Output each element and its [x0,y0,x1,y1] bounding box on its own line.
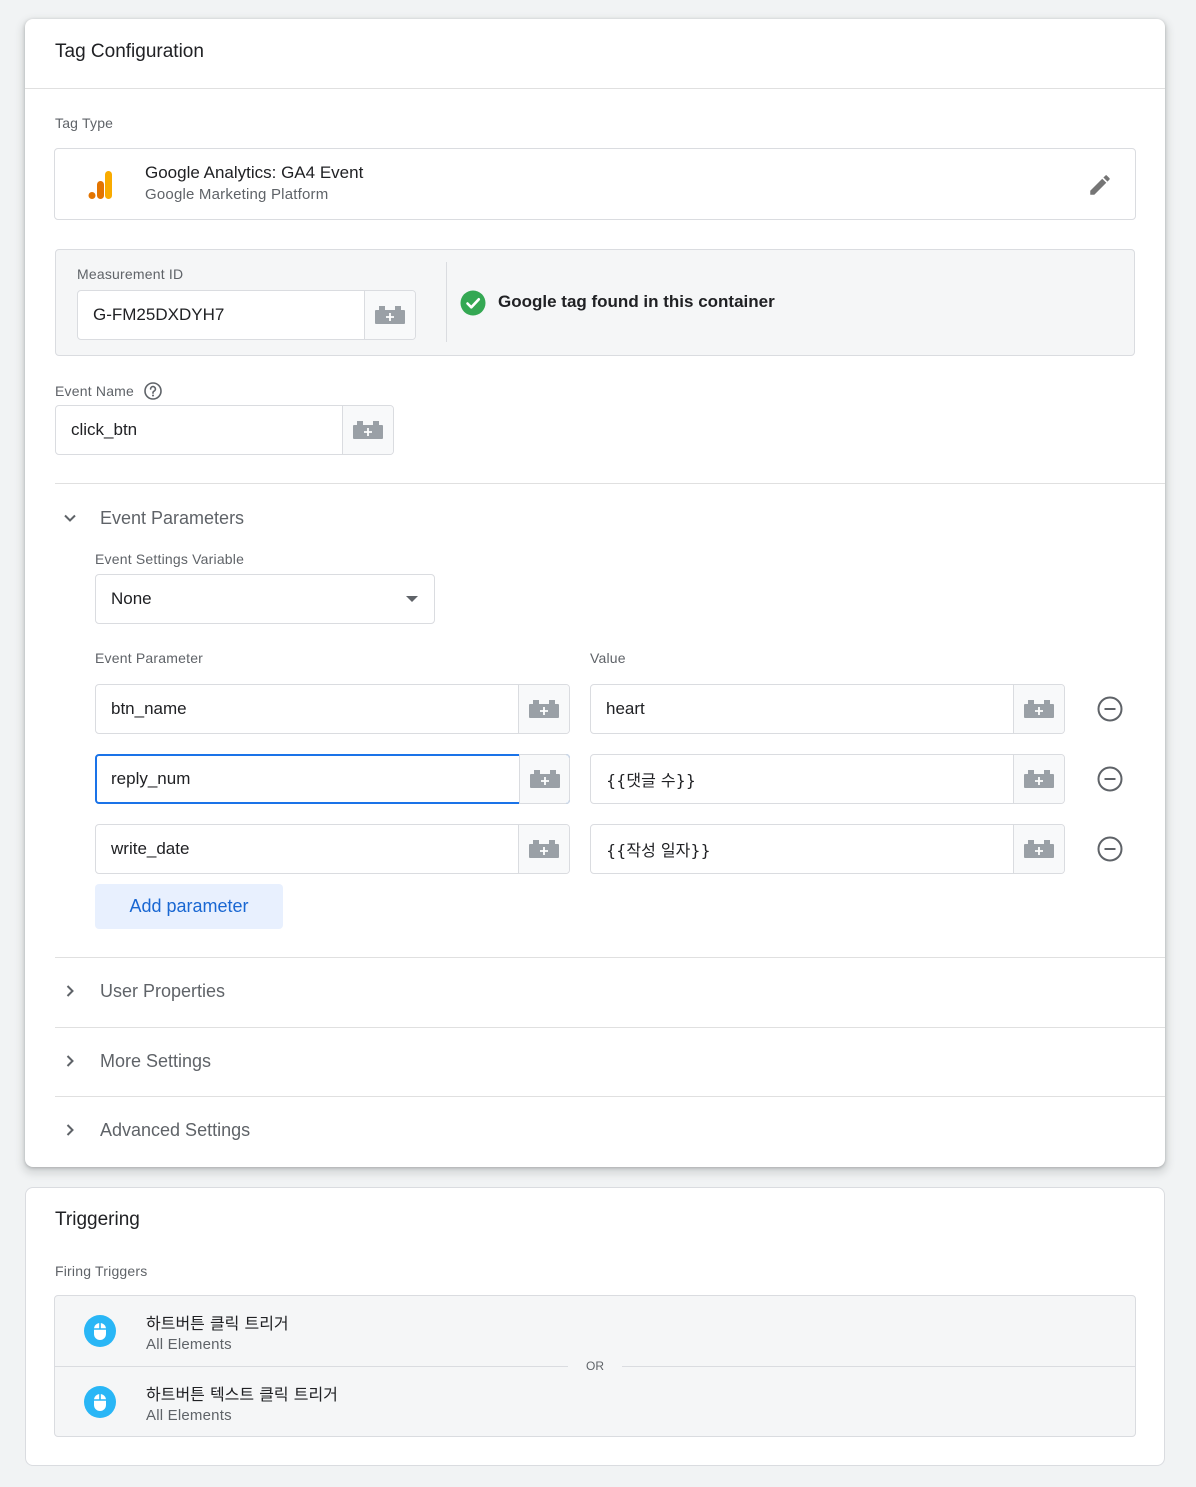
divider [25,88,1165,89]
tag-configuration-title: Tag Configuration [55,41,204,62]
chevron-right-icon [55,1053,85,1069]
variable-picker-button[interactable] [519,754,570,804]
google-analytics-icon [88,171,114,199]
event-parameter-column-label: Event Parameter [95,650,204,666]
event-parameters-header[interactable]: Event Parameters [55,506,244,530]
variable-picker-button[interactable] [342,406,393,454]
tag-configuration-card: Tag Configuration Tag Type Google Analyt… [25,19,1165,1167]
trigger-item[interactable]: 하트버튼 클릭 트리거 All Elements [56,1296,1134,1366]
variable-block-icon [529,840,559,858]
mouse-click-icon [84,1386,116,1418]
variable-picker-button[interactable] [518,825,569,873]
more-settings-title: More Settings [100,1050,212,1071]
trigger-item[interactable]: 하트버튼 텍스트 클릭 트리거 All Elements [56,1367,1134,1436]
event-parameters-title: Event Parameters [100,507,245,528]
advanced-settings-header[interactable]: Advanced Settings [55,1118,250,1142]
help-icon[interactable] [144,382,162,400]
event-parameter-value[interactable]: btn_name [96,685,518,733]
parameter-value-field[interactable]: heart [590,684,1065,734]
dropdown-arrow-icon [406,596,418,602]
more-settings-header[interactable]: More Settings [55,1049,211,1073]
remove-circle-icon[interactable] [1096,765,1124,793]
parameter-value[interactable]: heart [591,685,1013,733]
variable-picker-button[interactable] [364,291,415,339]
event-name-label: Event Name [55,383,135,399]
event-name-field[interactable]: click_btn [55,405,394,455]
advanced-settings-title: Advanced Settings [100,1119,251,1140]
variable-picker-button[interactable] [518,685,569,733]
event-parameter-field[interactable]: write_date [95,824,570,874]
event-name-label-row: Event Name [55,382,162,400]
panel-divider [446,262,447,342]
triggering-card: Triggering Firing Triggers 하트버튼 클릭 트리거 A… [25,1187,1165,1466]
triggering-title: Triggering [55,1209,140,1230]
parameter-value[interactable]: {{댓글 수}} [591,755,1013,803]
remove-circle-icon[interactable] [1096,695,1124,723]
event-parameter-value[interactable]: reply_num [97,756,568,802]
chevron-down-icon [55,510,85,526]
measurement-id-field[interactable]: G-FM25DXDYH7 [77,290,416,340]
remove-circle-icon[interactable] [1096,835,1124,863]
event-parameter-field[interactable]: reply_num [95,754,570,804]
variable-block-icon [1024,840,1054,858]
divider [55,483,1165,484]
tag-type-selector[interactable]: Google Analytics: GA4 Event Google Marke… [54,148,1136,220]
variable-block-icon [1024,700,1054,718]
user-properties-header[interactable]: User Properties [55,979,225,1003]
divider [55,1027,1165,1028]
divider [55,957,1165,958]
variable-picker-button[interactable] [1013,755,1064,803]
trigger-name: 하트버튼 클릭 트리거 [146,1313,289,1333]
trigger-name: 하트버튼 텍스트 클릭 트리거 [146,1384,338,1404]
tag-type-sub: Google Marketing Platform [145,186,329,203]
tag-type-name: Google Analytics: GA4 Event [145,163,364,182]
value-column-label: Value [590,650,626,666]
variable-block-icon [353,421,383,439]
event-settings-variable-select[interactable]: None [95,574,435,624]
user-properties-title: User Properties [100,980,226,1001]
divider [55,1096,1165,1097]
add-parameter-button[interactable]: Add parameter [95,884,283,929]
variable-block-icon [520,755,569,803]
measurement-id-panel: Measurement ID G-FM25DXDYH7 Google tag f… [55,249,1135,356]
measurement-id-label: Measurement ID [77,266,184,282]
parameter-value-field[interactable]: {{작성 일자}} [590,824,1065,874]
event-settings-variable-value: None [111,589,152,608]
parameter-value[interactable]: {{작성 일자}} [591,825,1013,873]
event-name-value[interactable]: click_btn [56,406,342,454]
variable-picker-button[interactable] [1013,825,1064,873]
edit-pencil-icon[interactable] [1087,172,1113,198]
mouse-click-icon [84,1315,116,1347]
variable-block-icon [529,700,559,718]
event-parameter-field[interactable]: btn_name [95,684,570,734]
measurement-id-value[interactable]: G-FM25DXDYH7 [78,291,364,339]
chevron-right-icon [55,983,85,999]
event-parameter-value[interactable]: write_date [96,825,518,873]
variable-picker-button[interactable] [1013,685,1064,733]
trigger-sub: All Elements [146,1406,232,1424]
variable-block-icon [375,306,405,324]
trigger-sub: All Elements [146,1335,232,1353]
google-tag-status: Google tag found in this container [498,292,775,311]
tag-type-label: Tag Type [55,115,114,131]
parameter-value-field[interactable]: {{댓글 수}} [590,754,1065,804]
firing-triggers-label: Firing Triggers [55,1263,148,1279]
variable-block-icon [1024,770,1054,788]
event-settings-variable-label: Event Settings Variable [95,551,245,567]
firing-triggers-list: 하트버튼 클릭 트리거 All Elements OR 하트버튼 텍스트 클릭 … [54,1295,1136,1437]
check-circle-icon [460,290,486,316]
chevron-right-icon [55,1122,85,1138]
